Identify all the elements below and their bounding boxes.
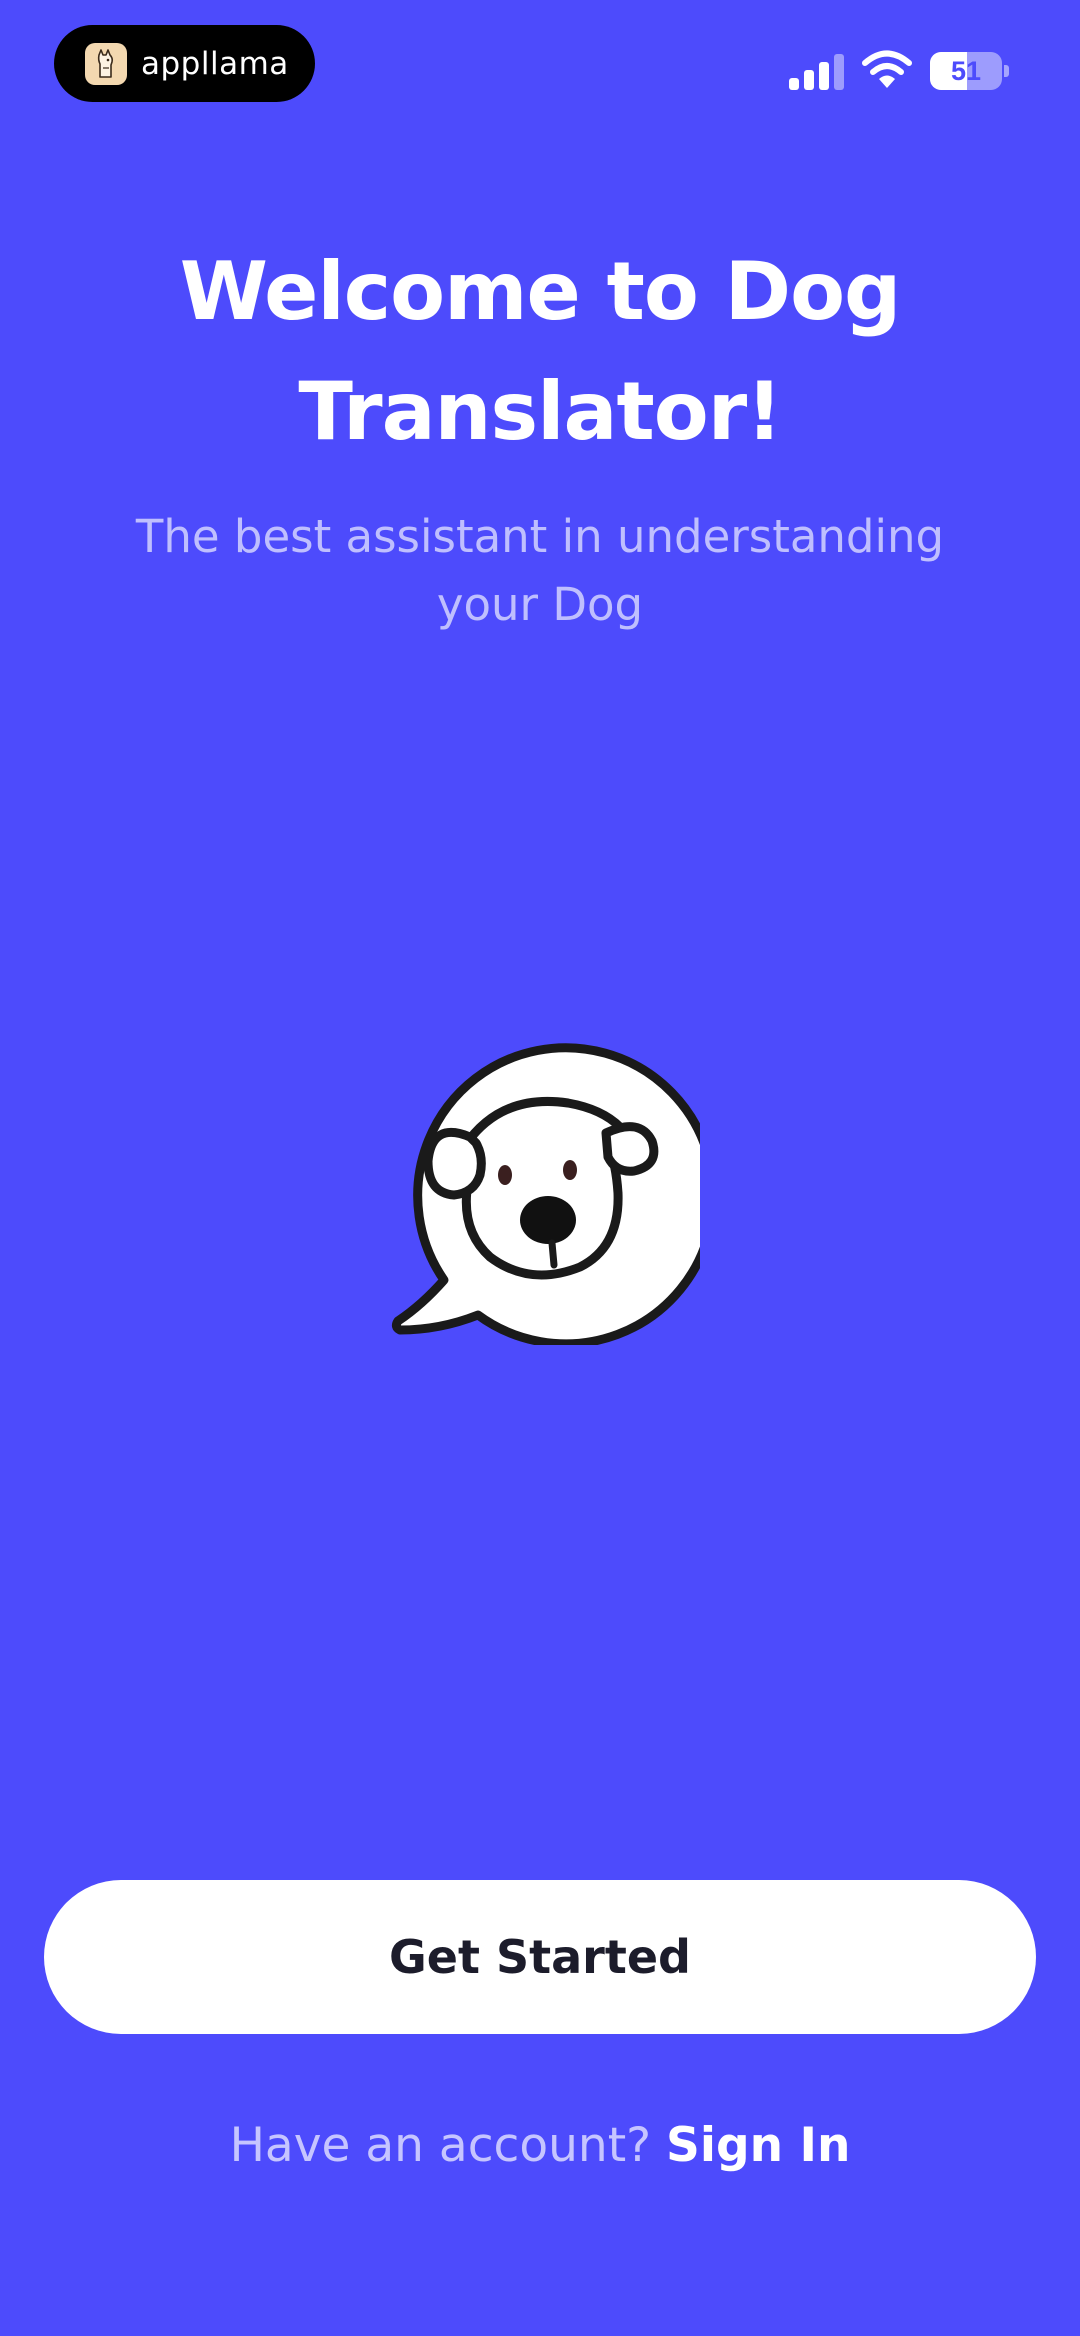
battery-body: 51	[930, 52, 1002, 90]
battery-indicator: 51	[930, 52, 1010, 90]
battery-cap	[1004, 65, 1009, 77]
battery-level: 51	[950, 56, 982, 86]
page-title: Welcome to Dog Translator!	[179, 245, 902, 458]
status-bar: appllama 51	[0, 0, 1080, 140]
dog-speech-bubble-icon	[391, 1043, 700, 1345]
get-started-button[interactable]: Get Started	[44, 1880, 1036, 2034]
sign-in-row: Have an account? Sign In	[0, 2110, 1080, 2182]
page-subtitle: The best assistant in understanding your…	[135, 510, 945, 631]
cellular-signal-icon	[789, 54, 844, 90]
brand-name: appllama	[141, 45, 289, 82]
brand-badge: appllama	[54, 25, 315, 102]
llama-logo-icon	[85, 42, 127, 85]
account-prompt: Have an account?	[229, 2118, 652, 2173]
wifi-icon	[862, 50, 912, 88]
sign-in-link[interactable]: Sign In	[666, 2118, 850, 2173]
